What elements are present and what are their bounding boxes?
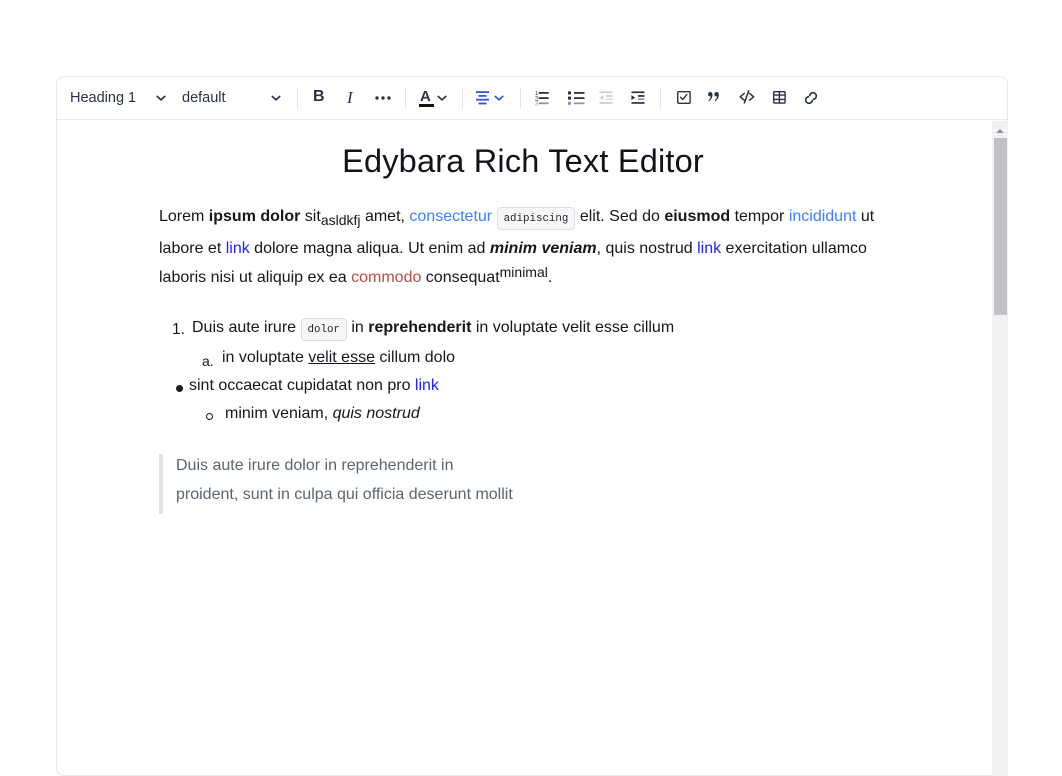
svg-text:3: 3 (535, 101, 539, 106)
